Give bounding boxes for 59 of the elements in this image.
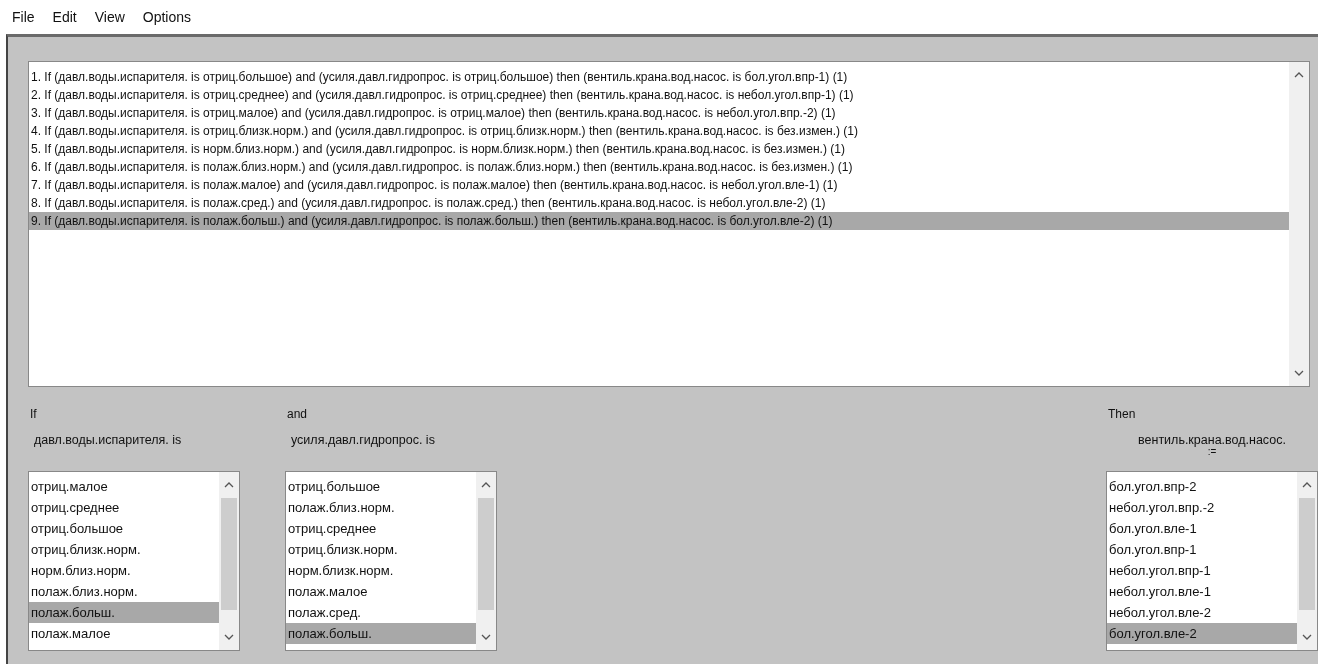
term-item[interactable]: отриц.малое <box>29 476 219 497</box>
scroll-down-icon[interactable] <box>224 634 234 640</box>
rule-row[interactable]: 7. If (давл.воды.испарителя. is полаж.малое) and (усиля.давл.гидропрос. is полаж.малое) then (вентиль.крана.вод.насос. is небол.угол.вле-1) (1) <box>29 176 1289 194</box>
scroll-up-icon[interactable] <box>481 482 491 488</box>
term-item[interactable]: бол.угол.впр-2 <box>1107 476 1297 497</box>
rule-row[interactable]: 8. If (давл.воды.испарителя. is полаж.сред.) and (усиля.давл.гидропрос. is полаж.сред.) then (вентиль.крана.вод.насос. is небол.угол.вле-2) (1) <box>29 194 1289 212</box>
term-item[interactable]: бол.угол.впр-1 <box>1107 539 1297 560</box>
rule-row[interactable]: 3. If (давл.воды.испарителя. is отриц.малое) and (усиля.давл.гидропрос. is отриц.малое) then (вентиль.крана.вод.насос. is небол.угол.впр.-2) (1) <box>29 104 1289 122</box>
scroll-down-icon[interactable] <box>481 634 491 640</box>
rule-row[interactable]: 9. If (давл.воды.испарителя. is полаж.больш.) and (усиля.давл.гидропрос. is полаж.больш.) then (вентиль.крана.вод.насос. is бол.угол.вле-2) (1) <box>29 212 1289 230</box>
term-item[interactable]: полаж.малое <box>286 581 476 602</box>
scroll-up-icon[interactable] <box>224 482 234 488</box>
menu-item[interactable]: Edit <box>52 9 77 25</box>
scroll-down-icon[interactable] <box>1294 370 1304 376</box>
column-header: Then <box>1108 407 1136 423</box>
term-item[interactable]: полаж.близ.норм. <box>29 581 219 602</box>
menu-item[interactable]: File <box>12 9 35 25</box>
term-item[interactable]: полаж.сред. <box>286 602 476 623</box>
term-item[interactable]: небол.угол.вле-2 <box>1107 602 1297 623</box>
menu-item[interactable]: Options <box>142 9 192 25</box>
term-item[interactable]: отриц.близк.норм. <box>286 539 476 560</box>
term-item[interactable]: отриц.среднее <box>286 518 476 539</box>
column-header: and <box>287 407 308 423</box>
rule-row[interactable]: 5. If (давл.воды.испарителя. is норм.близ.норм.) and (усиля.давл.гидропрос. is норм.близк.норм.) then (вентиль.крана.вод.насос. is без.измен.) (1) <box>29 140 1289 158</box>
scroll-down-icon[interactable] <box>1302 634 1312 640</box>
variable-label: вентиль.крана.вод.насос. <box>1138 433 1286 447</box>
scroll-up-icon[interactable] <box>1302 482 1312 488</box>
term-item[interactable]: отриц.близк.норм. <box>29 539 219 560</box>
term-item[interactable]: бол.угол.вле-2 <box>1107 623 1297 644</box>
term-list[interactable]: бол.угол.впр-2 небол.угол.впр.-2 бол.угол.вле-1 бол.угол.впр-1 небол.угол.впр-1 небол.угол.вле-1 небол.угол.вле-2 бол.угол.вле-2 <box>1106 471 1318 651</box>
term-list[interactable]: отриц.большое полаж.близ.норм. отриц.среднее отриц.близк.норм. норм.близк.норм. полаж.малое полаж.сред. полаж.больш. <box>285 471 497 651</box>
term-item[interactable]: небол.угол.впр.-2 <box>1107 497 1297 518</box>
term-item[interactable]: отриц.большое <box>29 518 219 539</box>
rule-row[interactable]: 2. If (давл.воды.испарителя. is отриц.среднее) and (усиля.давл.гидропрос. is отриц.среднее) then (вентиль.крана.вод.насос. is небол.угол.впр-1) (1) <box>29 86 1289 104</box>
variable-label: усиля.давл.гидропрос. is <box>291 433 435 447</box>
term-item[interactable]: отриц.большое <box>286 476 476 497</box>
term-item[interactable]: норм.близ.норм. <box>29 560 219 581</box>
term-item[interactable]: полаж.больш. <box>286 623 476 644</box>
assign-label: := <box>1207 447 1217 457</box>
term-item[interactable]: полаж.близ.норм. <box>286 497 476 518</box>
term-item[interactable]: полаж.малое <box>29 623 219 644</box>
variable-label: давл.воды.испарителя. is <box>34 433 182 447</box>
scroll-thumb[interactable] <box>478 498 494 610</box>
scroll-thumb[interactable] <box>1299 498 1315 610</box>
term-item[interactable]: небол.угол.впр-1 <box>1107 560 1297 581</box>
rule-row[interactable]: 4. If (давл.воды.испарителя. is отриц.близк.норм.) and (усиля.давл.гидропрос. is отриц.близк.норм.) then (вентиль.крана.вод.насос. is без.измен.) (1) <box>29 122 1289 140</box>
scroll-thumb[interactable] <box>221 498 237 610</box>
term-item[interactable]: небол.угол.вле-1 <box>1107 581 1297 602</box>
term-item[interactable]: отриц.среднее <box>29 497 219 518</box>
rule-row[interactable]: 1. If (давл.воды.испарителя. is отриц.большое) and (усиля.давл.гидропрос. is отриц.большое) then (вентиль.крана.вод.насос. is бол.угол.впр-1) (1) <box>29 68 1289 86</box>
menu-item[interactable]: View <box>94 9 125 25</box>
term-list[interactable]: отриц.малое отриц.среднее отриц.большое отриц.близк.норм. норм.близ.норм. полаж.близ.норм. полаж.больш. полаж.малое <box>28 471 240 651</box>
rule-row[interactable]: 6. If (давл.воды.испарителя. is полаж.близ.норм.) and (усиля.давл.гидропрос. is полаж.близ.норм.) then (вентиль.крана.вод.насос. is без.измен.) (1) <box>29 158 1289 176</box>
scroll-up-icon[interactable] <box>1294 72 1304 78</box>
rule-list[interactable] <box>28 61 1310 387</box>
term-item[interactable]: бол.угол.вле-1 <box>1107 518 1297 539</box>
term-item[interactable]: норм.близк.норм. <box>286 560 476 581</box>
term-item[interactable]: полаж.больш. <box>29 602 219 623</box>
column-header: If <box>30 407 37 423</box>
